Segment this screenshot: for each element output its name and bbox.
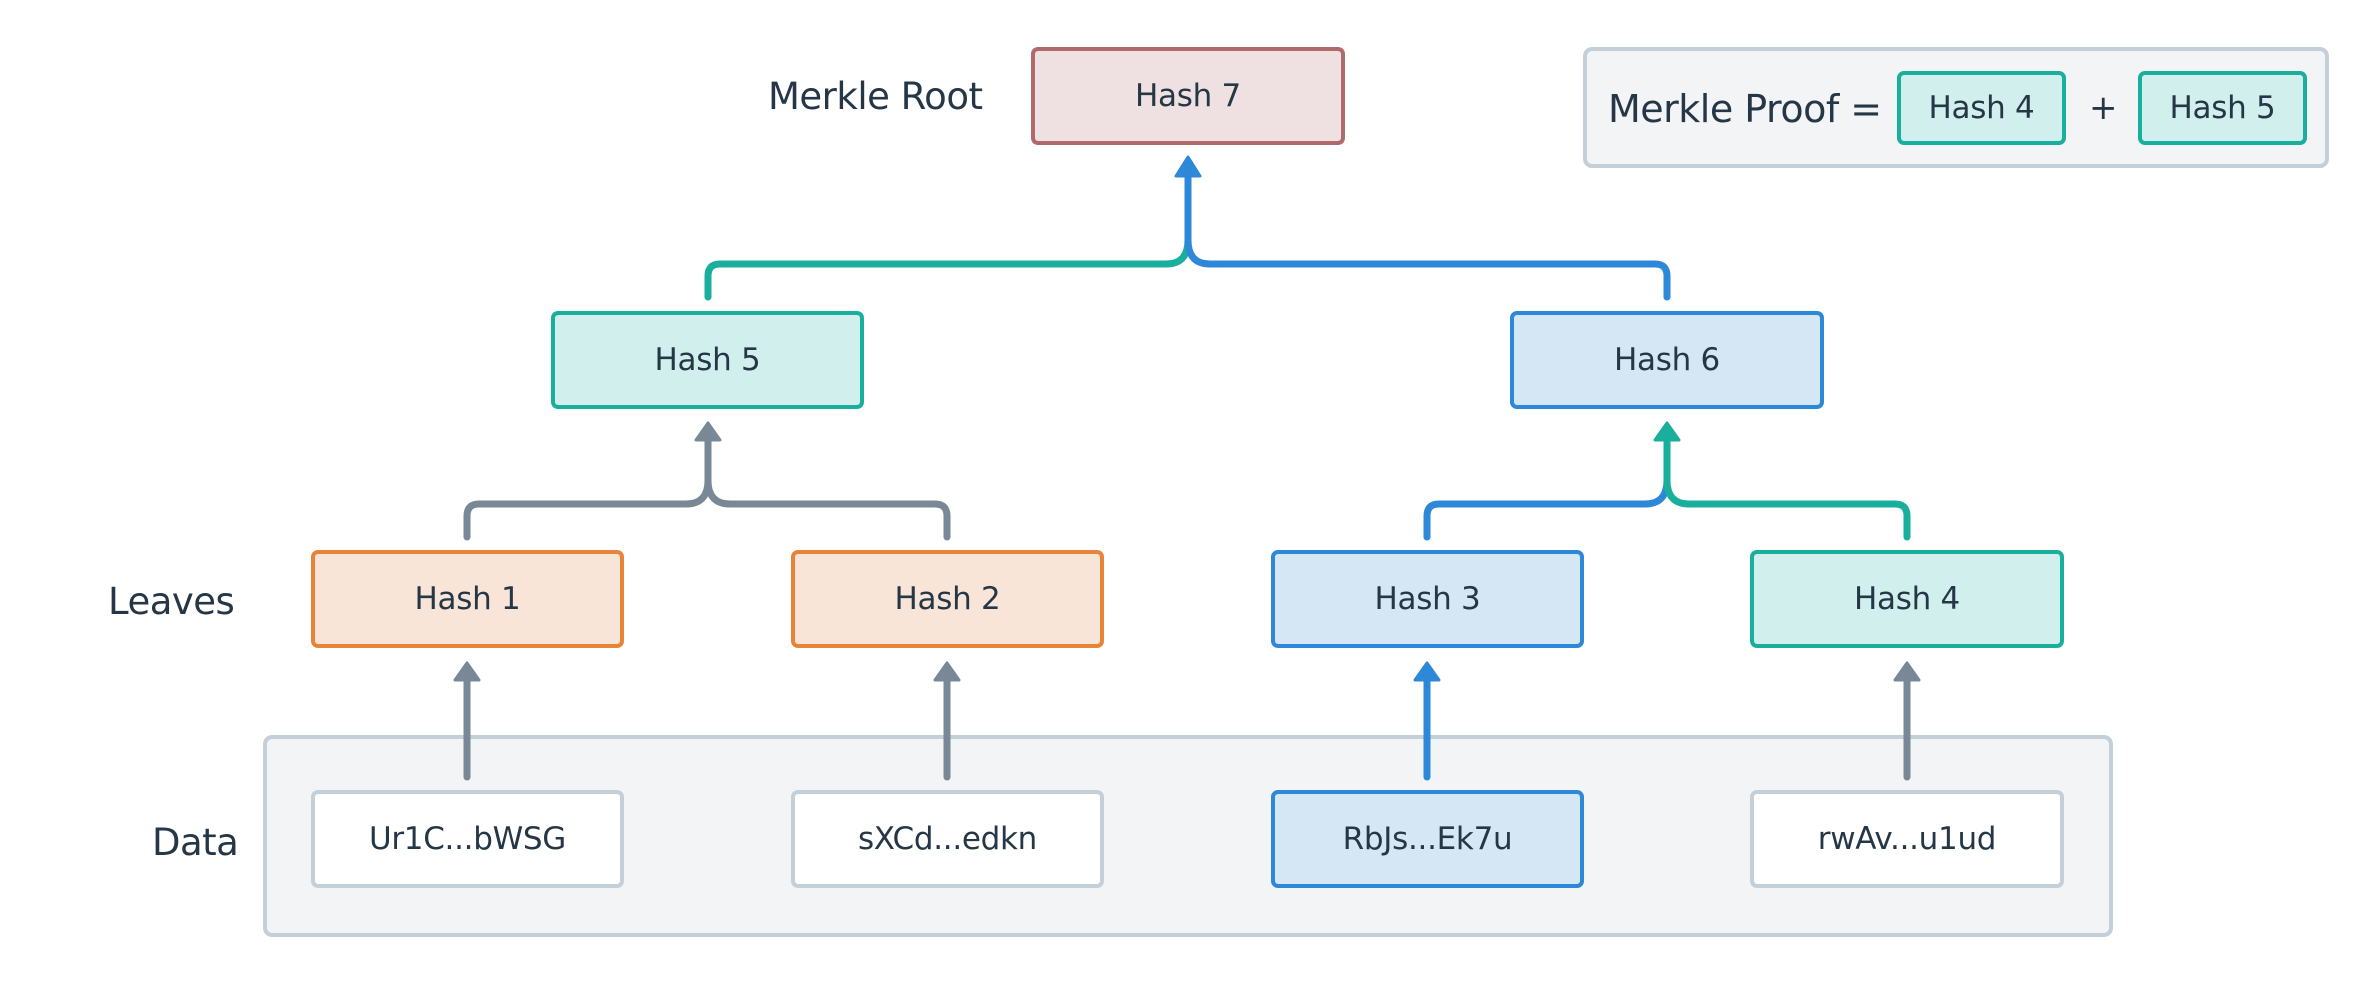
leaf-hash3: Hash 3 [1271,550,1584,648]
leaf-hash4: Hash 4 [1750,550,2064,648]
data-item-3: RbJs...Ek7u [1271,790,1584,888]
edge-hash1-to-hash5 [463,432,712,541]
arrowhead-hash3 [1413,661,1441,682]
node-hash5: Hash 5 [551,311,864,409]
node-hash7-root: Hash 7 [1031,47,1345,145]
arrowhead-hash7 [1174,155,1202,178]
data-item-2: sXCd...edkn [791,790,1104,888]
edge-hash5-to-hash7 [704,236,1192,301]
proof-item-hash5: Hash 5 [2138,71,2307,145]
edge-hash6-to-hash7 [1184,168,1671,301]
edge-hash4-to-hash6 [1663,432,1911,541]
leaf-hash1: Hash 1 [311,550,624,648]
node-hash6: Hash 6 [1510,311,1824,409]
merkle-root-label: Merkle Root [768,75,983,118]
arrowhead-hash5 [694,421,722,442]
proof-plus-operator: + [2089,88,2118,128]
edge-hash3-to-hash6 [1423,476,1671,541]
merkle-proof-label: Merkle Proof = [1608,87,1882,131]
data-item-1: Ur1C...bWSG [311,790,624,888]
data-item-4: rwAv...u1ud [1750,790,2064,888]
arrowhead-hash1 [453,661,481,682]
leaves-label: Leaves [108,580,235,623]
arrowhead-hash6 [1653,421,1681,442]
proof-item-hash4: Hash 4 [1897,71,2066,145]
arrowhead-hash4 [1893,661,1921,682]
arrowhead-hash2 [933,661,961,682]
data-label: Data [152,821,239,864]
leaf-hash2: Hash 2 [791,550,1104,648]
edge-hash2-to-hash5 [704,476,951,541]
